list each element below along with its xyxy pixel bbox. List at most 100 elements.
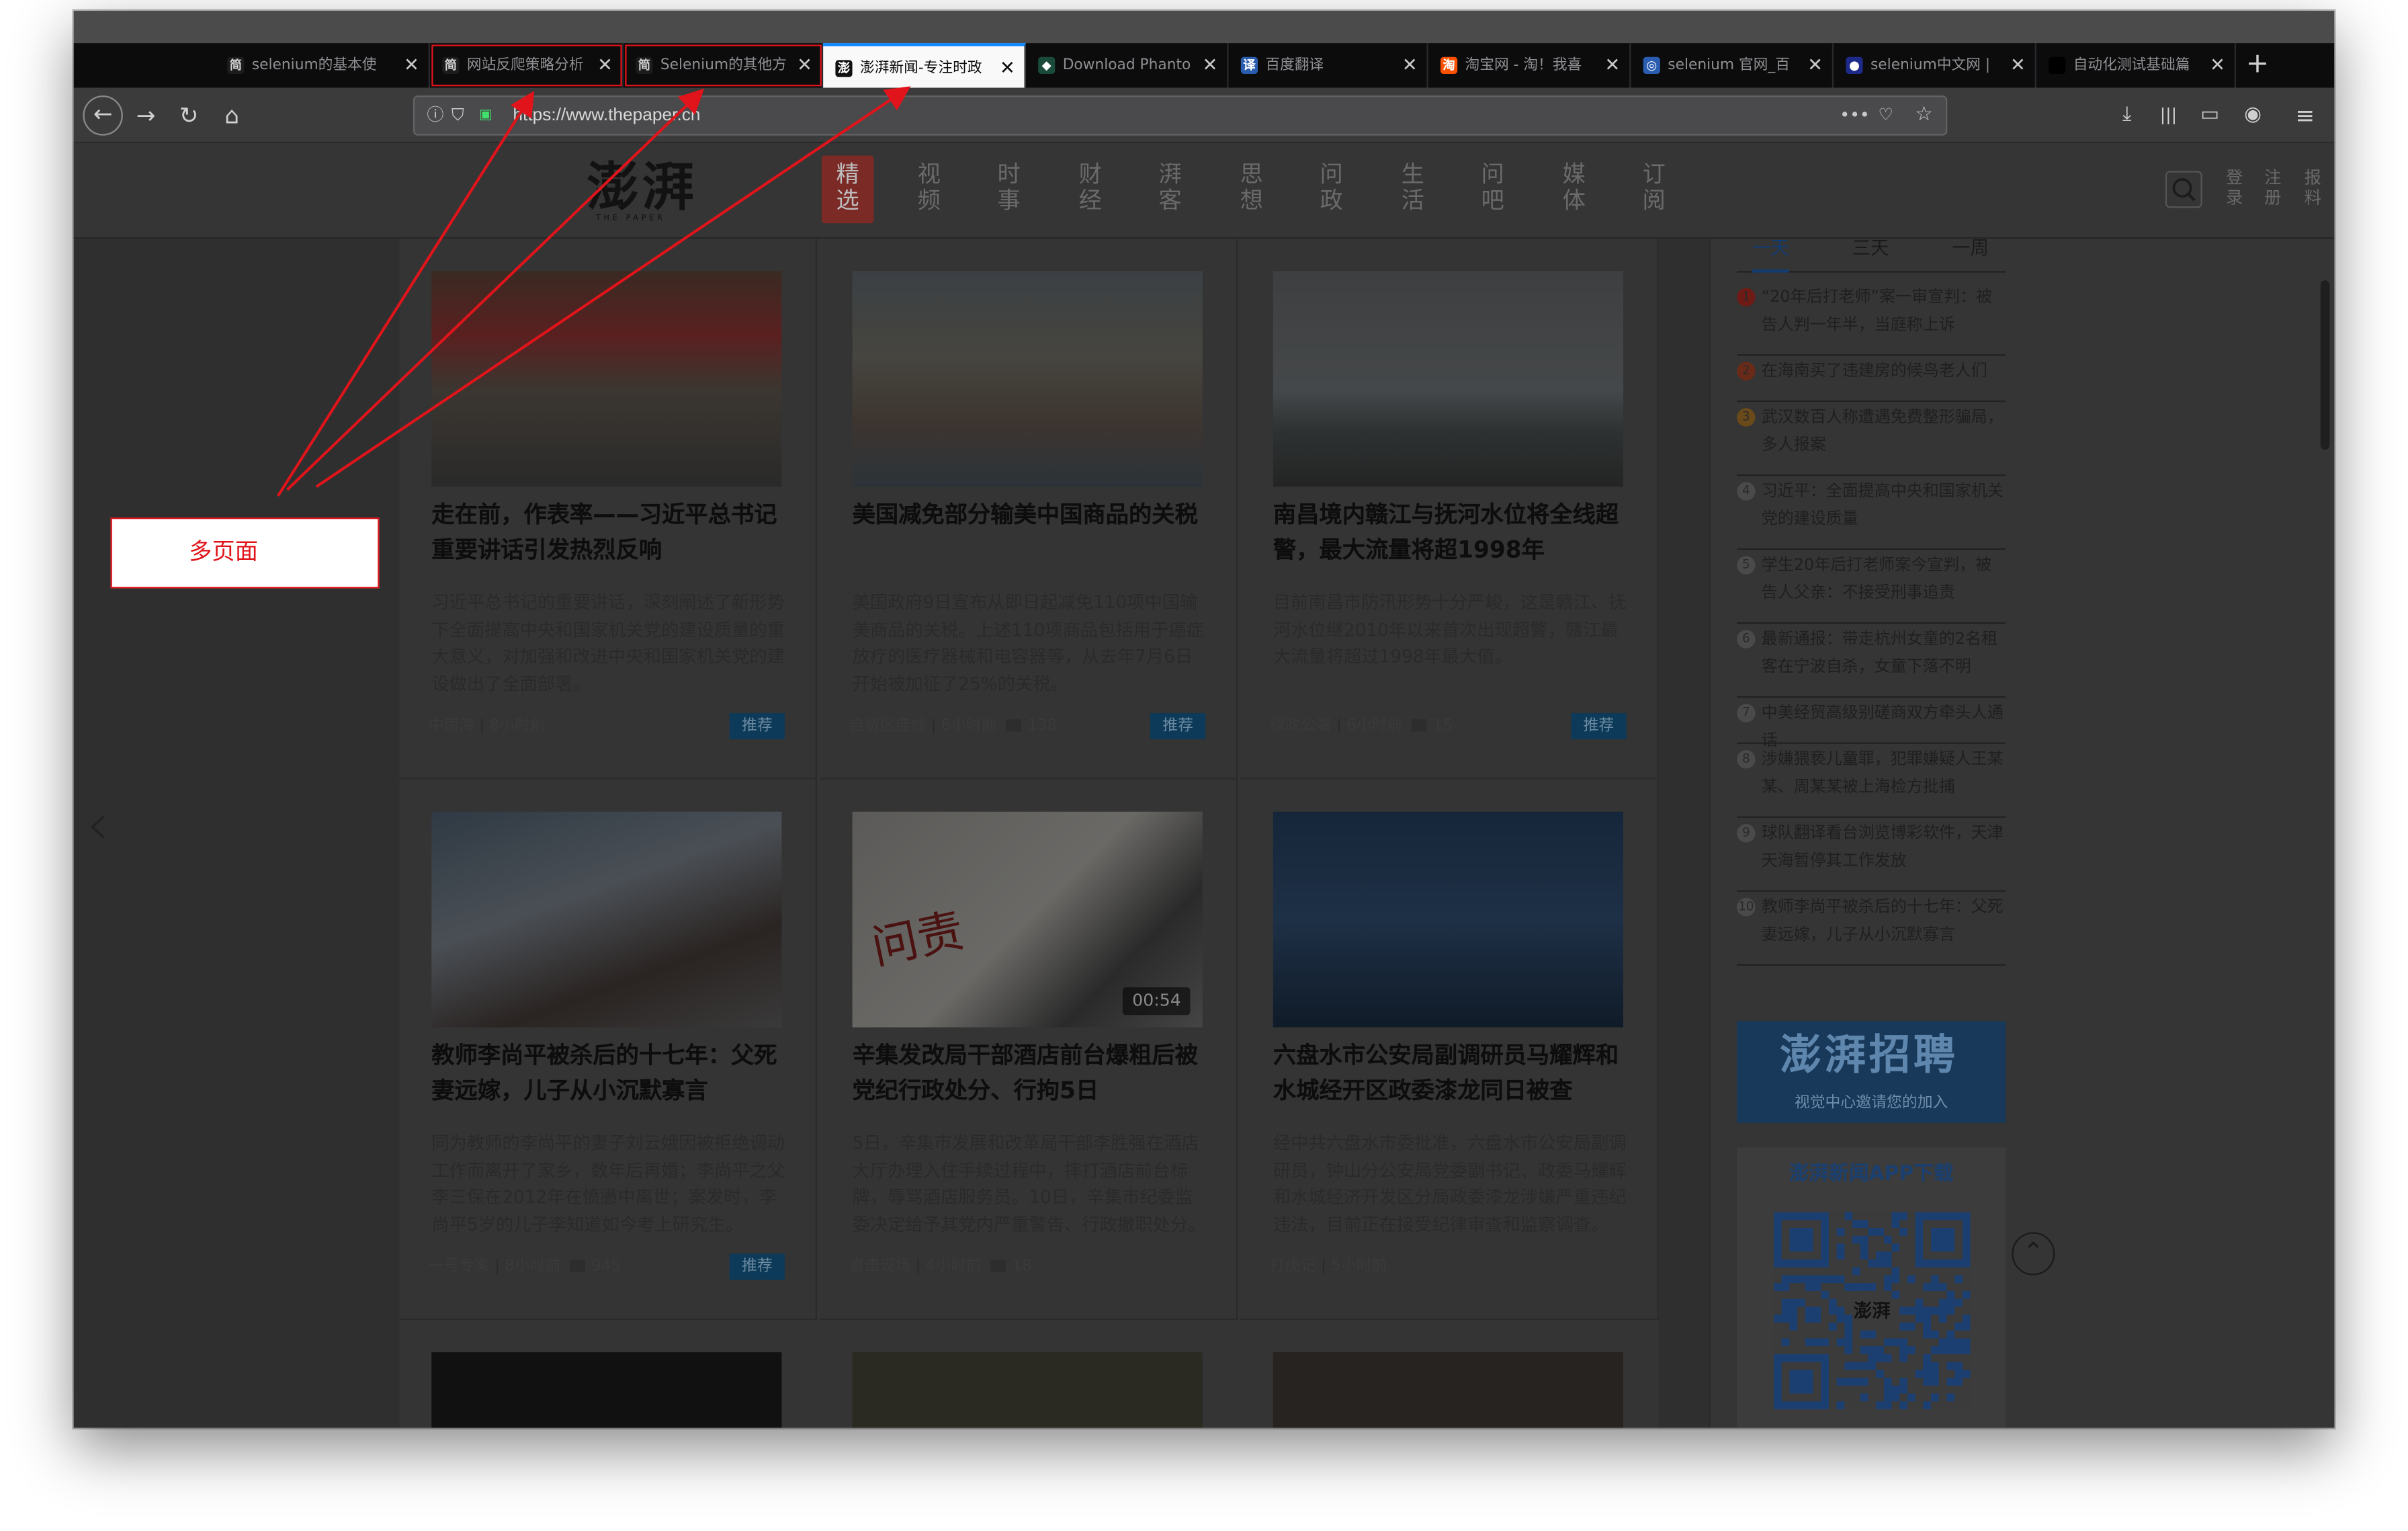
login-link[interactable]: 登 录 bbox=[2224, 168, 2245, 208]
ranking-item[interactable]: 1 “20年后打老师”案一审宣判：被告人判一年半，当庭称上诉 bbox=[1737, 282, 2006, 356]
browser-tab[interactable]: 淘淘宝网 - 淘！我喜 ✕ bbox=[1428, 43, 1631, 88]
ranking-item[interactable]: 4 习近平：全面提高中央和国家机关党的建设质量 bbox=[1737, 476, 2006, 550]
browser-tab[interactable]: 自动化测试基础篇 ✕ bbox=[2036, 43, 2236, 88]
ranking-tab[interactable]: 一天 bbox=[1752, 239, 1789, 273]
channel-nav-item[interactable]: 问 吧 bbox=[1467, 155, 1519, 223]
ranking-tab[interactable]: 三天 bbox=[1852, 239, 1889, 272]
article-source[interactable]: 打虎记 bbox=[1270, 1258, 1316, 1275]
tab-close-icon[interactable]: ✕ bbox=[1000, 46, 1015, 88]
article-image-partial[interactable] bbox=[431, 1352, 782, 1428]
article-source[interactable]: 自贸区连线 bbox=[849, 718, 926, 735]
browser-tab[interactable]: 简 Selenium的其他方 ✕ bbox=[624, 43, 824, 88]
tab-close-icon[interactable]: ✕ bbox=[1807, 43, 1823, 87]
page-actions-icon[interactable]: ••• bbox=[1840, 97, 1869, 134]
article-image[interactable] bbox=[1273, 811, 1623, 1028]
reload-button[interactable]: ↻ bbox=[172, 88, 206, 144]
register-link[interactable]: 注 册 bbox=[2262, 168, 2284, 208]
article-source[interactable]: 直击现场 bbox=[849, 1258, 910, 1275]
browser-tab[interactable]: 澎澎湃新闻-专注时政 ✕ bbox=[823, 43, 1026, 88]
article-title[interactable]: 走在前，作表率——习近平总书记重要讲话引发热烈反响 bbox=[431, 497, 785, 568]
ranking-item[interactable]: 3 武汉数百人称遭遇免费整形骗局，多人报案 bbox=[1737, 402, 2008, 477]
search-icon[interactable] bbox=[2165, 171, 2202, 208]
tab-close-icon[interactable]: ✕ bbox=[597, 43, 613, 87]
browser-tab[interactable]: 简网站反爬策略分析 ✕ bbox=[430, 43, 624, 88]
article-image[interactable]: 问责 00:54 bbox=[852, 811, 1203, 1028]
article-image[interactable] bbox=[852, 271, 1203, 487]
channel-nav-item[interactable]: 订 阅 bbox=[1628, 155, 1680, 223]
back-to-top-icon[interactable]: ⌃ bbox=[2012, 1232, 2055, 1276]
bookmark-star-icon[interactable]: ☆ bbox=[1915, 97, 1933, 134]
article-source[interactable]: 中南海 bbox=[429, 718, 475, 735]
forward-button[interactable]: → bbox=[129, 88, 163, 144]
article-card[interactable]: 教师李尚平被杀后的十七年：父死妻远嫁，儿子从小沉默寡言 同为教师的李尚平的妻子刘云… bbox=[399, 779, 817, 1320]
article-source[interactable]: 一号专案 bbox=[429, 1258, 490, 1275]
channel-nav-item[interactable]: 精 选 bbox=[821, 155, 874, 224]
article-card[interactable]: 南昌境内赣江与抚河水位将全线超警，最大流量将超1998年 目前南昌市防汛形势十分严… bbox=[1240, 239, 1659, 780]
ranking-item-title[interactable]: 武汉数百人称遭遇免费整形骗局，多人报案 bbox=[1762, 405, 2008, 459]
recruitment-banner[interactable]: 澎湃招聘 视觉中心邀请您的加入 bbox=[1737, 1021, 2006, 1123]
tab-close-icon[interactable]: ✕ bbox=[2010, 43, 2026, 87]
article-image[interactable] bbox=[1273, 271, 1623, 487]
tab-close-icon[interactable]: ✕ bbox=[404, 43, 419, 87]
ranking-item-title[interactable]: “20年后打老师”案一审宣判：被告人判一年半，当庭称上诉 bbox=[1762, 285, 2008, 339]
browser-tab[interactable]: ◆ Download Phanto ✕ bbox=[1026, 43, 1229, 88]
ranking-item-title[interactable]: 教师李尚平被杀后的十七年：父死妻远嫁，儿子从小沉默寡言 bbox=[1762, 895, 2008, 948]
account-icon[interactable]: ◉ bbox=[2236, 88, 2270, 144]
tab-close-icon[interactable]: ✕ bbox=[797, 43, 812, 87]
browser-tab[interactable]: 简 selenium的基本使 ✕ bbox=[215, 43, 430, 88]
sidebar-icon[interactable]: ▭ bbox=[2193, 88, 2227, 144]
lock-icon[interactable]: ▣ bbox=[479, 97, 492, 134]
channel-nav-item[interactable]: 视 频 bbox=[903, 155, 955, 223]
ranking-item[interactable]: 10 教师李尚平被杀后的十七年：父死妻远嫁，儿子从小沉默寡言 bbox=[1737, 892, 2006, 966]
browser-tab[interactable]: ● selenium中文网 | ✕ bbox=[1834, 43, 2036, 88]
article-image[interactable] bbox=[431, 811, 782, 1028]
ranking-item-title[interactable]: 涉嫌猥亵儿童罪，犯罪嫌疑人王某某、周某某被上海检方批捕 bbox=[1762, 747, 2008, 800]
info-icon[interactable]: ⓘ bbox=[427, 97, 443, 134]
article-card[interactable]: 走在前，作表率——习近平总书记重要讲话引发热烈反响 习近平总书记的重要讲话，深刻阐… bbox=[399, 239, 817, 780]
new-tab-button[interactable]: + bbox=[2241, 43, 2274, 87]
article-image-partial[interactable] bbox=[1273, 1352, 1623, 1428]
article-card[interactable]: 六盘水市公安局副调研员马耀辉和水城经开区政委漆龙同日被查 经中共六盘水市委批准，六… bbox=[1240, 779, 1659, 1320]
downloads-icon[interactable]: ⤓ bbox=[2112, 88, 2143, 144]
ranking-item[interactable]: 2 在海南买了违建房的候鸟老人们 bbox=[1737, 356, 2008, 403]
channel-nav-item[interactable]: 时 事 bbox=[983, 155, 1035, 223]
article-title[interactable]: 美国减免部分输美中国商品的关税 bbox=[853, 497, 1206, 533]
tab-close-icon[interactable]: ✕ bbox=[2210, 43, 2225, 87]
ranking-item-title[interactable]: 学生20年后打老师案今宣判，被告人父亲：不接受刑事追责 bbox=[1762, 553, 2008, 607]
library-icon[interactable]: ||| bbox=[2151, 88, 2185, 144]
article-title[interactable]: 辛集发改局干部酒店前台爆粗后被党纪行政处分、行拘5日 bbox=[853, 1038, 1206, 1109]
ranking-item-title[interactable]: 在海南买了违建房的候鸟老人们 bbox=[1762, 359, 2008, 386]
ranking-item[interactable]: 7 中美经贸高级别磋商双方牵头人通话 bbox=[1737, 698, 2006, 749]
tracking-shield-icon[interactable]: ⛉ bbox=[452, 97, 464, 134]
pocket-icon[interactable]: ♡ bbox=[1878, 97, 1893, 134]
channel-nav-item[interactable]: 财 经 bbox=[1064, 155, 1117, 223]
tab-close-icon[interactable]: ✕ bbox=[1203, 43, 1218, 87]
article-image-partial[interactable] bbox=[852, 1352, 1203, 1428]
menu-icon[interactable]: ≡ bbox=[2288, 88, 2322, 144]
article-card[interactable]: 问责 00:54 辛集发改局干部酒店前台爆粗后被党纪行政处分、行拘5日 5日，辛集市发… bbox=[820, 779, 1238, 1320]
channel-nav-item[interactable]: 问 政 bbox=[1305, 155, 1358, 223]
article-title[interactable]: 南昌境内赣江与抚河水位将全线超警，最大流量将超1998年 bbox=[1273, 497, 1627, 568]
page-scrollbar[interactable] bbox=[2320, 280, 2330, 450]
tab-close-icon[interactable]: ✕ bbox=[1402, 43, 1418, 87]
back-button[interactable]: ← bbox=[83, 95, 123, 136]
tab-close-icon[interactable]: ✕ bbox=[1604, 43, 1620, 87]
browser-tab[interactable]: 译百度翻译 ✕ bbox=[1229, 43, 1428, 88]
carousel-prev-icon[interactable]: ‹ bbox=[86, 790, 110, 858]
home-button[interactable]: ⌂ bbox=[215, 88, 249, 144]
ranking-item[interactable]: 6 最新通报：带走杭州女童的2名租客在宁波自杀，女童下落不明 bbox=[1737, 624, 2006, 698]
article-title[interactable]: 六盘水市公安局副调研员马耀辉和水城经开区政委漆龙同日被查 bbox=[1273, 1038, 1627, 1109]
channel-nav-item[interactable]: 湃 客 bbox=[1144, 155, 1197, 223]
browser-tab[interactable]: ◎ selenium 官网_百 ✕ bbox=[1631, 43, 1834, 88]
url-bar[interactable]: ⓘ ⛉ ▣ https://www.thepaper.cn ••• ♡ ☆ bbox=[413, 95, 1948, 136]
article-card[interactable]: 美国减免部分输美中国商品的关税 美国政府9日宣布从即日起减免110项中国输美商品的… bbox=[820, 239, 1238, 780]
ranking-item-title[interactable]: 习近平：全面提高中央和国家机关党的建设质量 bbox=[1762, 479, 2008, 533]
article-source[interactable]: 绿政公署 bbox=[1270, 718, 1331, 735]
channel-nav-item[interactable]: 思 想 bbox=[1226, 155, 1278, 223]
ranking-item-title[interactable]: 最新通报：带走杭州女童的2名租客在宁波自杀，女童下落不明 bbox=[1762, 627, 2008, 681]
ranking-item[interactable]: 5 学生20年后打老师案今宣判，被告人父亲：不接受刑事追责 bbox=[1737, 550, 2006, 624]
report-link[interactable]: 报 料 bbox=[2302, 168, 2323, 208]
channel-nav-item[interactable]: 生 活 bbox=[1387, 155, 1439, 223]
article-title[interactable]: 教师李尚平被杀后的十七年：父死妻远嫁，儿子从小沉默寡言 bbox=[431, 1038, 785, 1109]
ranking-item[interactable]: 9 球队翻译看台浏览博彩软件，天津天海暂停其工作发放 bbox=[1737, 818, 2006, 892]
